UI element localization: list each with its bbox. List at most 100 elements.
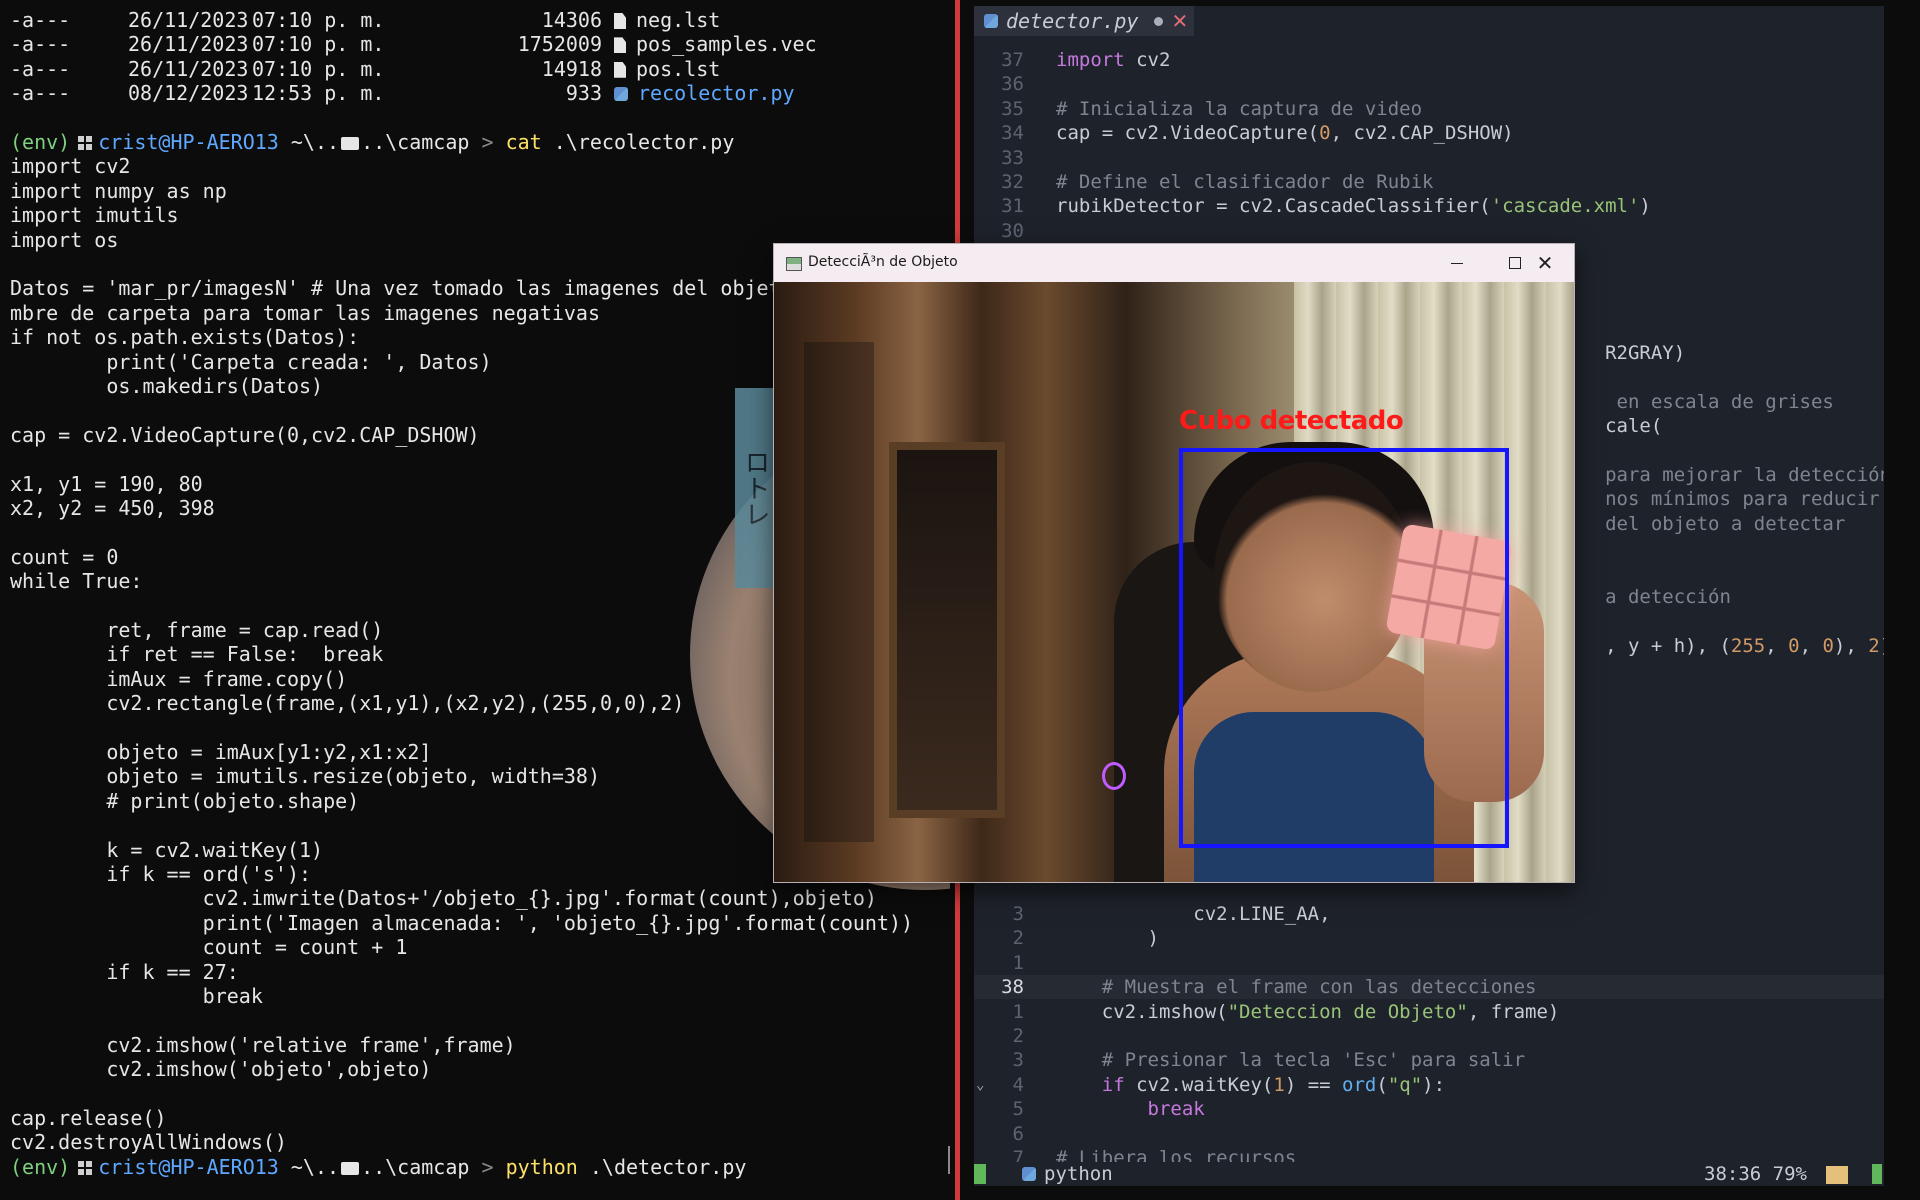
mode-indicator: [974, 1164, 986, 1184]
code-line[interactable]: 5 break: [974, 1097, 1884, 1121]
line-number: 6: [1012, 1122, 1024, 1145]
file-time: 07:10 p. m.: [252, 8, 385, 32]
code-text: # Presionar la tecla 'Esc' para salir: [1101, 1049, 1526, 1072]
file-mode: -a---: [10, 32, 71, 57]
terminal-output-line: import numpy as np: [10, 178, 227, 203]
terminal-output-line: imAux = frame.copy(): [10, 666, 348, 691]
line-number: 2: [1012, 1025, 1024, 1047]
code-line[interactable]: 33: [974, 146, 1884, 170]
windows-icon: [78, 136, 93, 150]
terminal-output-line: import cv2: [10, 154, 131, 179]
line-number: 32: [1001, 171, 1024, 193]
current-code-line[interactable]: 38 # Muestra el frame con las deteccione…: [974, 975, 1884, 1000]
line-number: 1: [1012, 1000, 1024, 1023]
file-mode: -a---: [10, 56, 71, 81]
code-line[interactable]: 1: [974, 951, 1884, 975]
code-text: cv2.LINE_AA,: [1056, 903, 1331, 925]
terminal-output-line: cv2.destroyAllWindows(): [10, 1130, 287, 1155]
code-text: # Muestra el frame con las detecciones: [1101, 976, 1537, 999]
terminal-output-line: if k == ord('s'):: [10, 862, 312, 886]
window-titlebar[interactable]: DetecciÃ³n de Objeto ✕: [774, 244, 1574, 282]
webcam-frame: Cubo detectado: [774, 282, 1574, 882]
code-line[interactable]: 31 rubikDetector = cv2.CascadeClassifier(…: [974, 194, 1884, 218]
file-size: 14306: [541, 8, 602, 32]
file-size: 933: [565, 81, 602, 106]
editor-tab-bar: detector.py ✕: [974, 6, 1884, 36]
code-text: rubikDetector = cv2.CascadeClassifier('c…: [1056, 195, 1651, 218]
prompt-user: crist@HP-AERO13: [98, 1154, 279, 1179]
code-line[interactable]: 37 import cv2: [974, 48, 1884, 72]
terminal-output-line: cap = cv2.VideoCapture(0,cv2.CAP_DSHOW): [10, 422, 480, 447]
line-number: 30: [1001, 219, 1024, 242]
terminal-prompt: (env) crist@HP-AERO13 ~\.. ..\camcap > pyt…: [10, 1155, 746, 1179]
code-line[interactable]: 30: [974, 219, 1884, 243]
file-mode: -a---: [10, 81, 71, 106]
doorway-image: [889, 442, 1005, 818]
python-icon: [1022, 1167, 1036, 1181]
code-line[interactable]: 34 cap = cv2.VideoCapture(0, cv2.CAP_DSHO…: [974, 121, 1884, 145]
code-line[interactable]: ⌄ 4 if cv2.waitKey(1) == ord("q"):: [974, 1073, 1884, 1097]
detection-label: Cubo detectado: [1179, 406, 1404, 436]
status-line: python 38:36 79%: [974, 1162, 1884, 1186]
prompt-path: ~\..: [278, 1154, 340, 1179]
code-text: import cv2: [1056, 49, 1171, 71]
windows-icon: [78, 1160, 93, 1175]
code-line[interactable]: 35 # Inicializa la captura de video: [974, 97, 1884, 121]
folder-icon: [341, 137, 360, 150]
python-file-icon: [614, 87, 628, 102]
code-text: cv2.imshow("Deteccion de Objeto", frame): [1056, 1000, 1560, 1023]
terminal-output-line: x2, y2 = 450, 398: [10, 496, 215, 520]
prompt-path: ~\..: [278, 130, 340, 154]
code-line[interactable]: 6: [974, 1122, 1884, 1146]
detection-bounding-box: [1179, 448, 1509, 848]
close-button[interactable]: ✕: [1516, 244, 1574, 282]
code-line[interactable]: 2 ): [974, 926, 1884, 950]
line-number: 38: [1001, 976, 1024, 999]
file-time: 12:53 p. m.: [252, 81, 385, 106]
code-line[interactable]: 3 cv2.LINE_AA,: [974, 902, 1884, 926]
ls-row: -a--- 08/12/2023 12:53 p. m. 933 recolector.…: [10, 81, 795, 105]
code-text: # Inicializa la captura de video: [1056, 97, 1423, 120]
tab-detector-py[interactable]: detector.py ✕: [974, 6, 1194, 36]
prompt-args: .\recolector.py: [541, 130, 735, 154]
prompt-command: python: [505, 1154, 578, 1179]
prompt-command: cat: [505, 130, 542, 154]
code-line[interactable]: 36: [974, 72, 1884, 96]
code-text: if cv2.waitKey(1) == ord("q"):: [1101, 1073, 1446, 1096]
terminal-output-line: ret, frame = cap.read(): [10, 618, 384, 642]
file-date: 08/12/2023: [128, 81, 249, 106]
file-name: pos_samples.vec: [636, 32, 817, 57]
japanese-text-banner: ロトレ: [735, 388, 775, 588]
code-line[interactable]: 32 # Define el clasificador de Rubik: [974, 170, 1884, 194]
tab-filename: detector.py: [1006, 9, 1139, 33]
file-time: 07:10 p. m.: [252, 32, 385, 57]
code-line[interactable]: 3 # Presionar la tecla 'Esc' para salir: [974, 1048, 1884, 1072]
opencv-detection-window[interactable]: DetecciÃ³n de Objeto ✕ Cubo detectado: [774, 244, 1574, 882]
terminal-output-line: print('Imagen almacenada: ', 'objeto_{}.…: [10, 910, 914, 935]
file-name: neg.lst: [636, 8, 721, 32]
cursor-position: 38:36 79%: [1704, 1163, 1807, 1185]
terminal-output-line: import imutils: [10, 203, 179, 228]
code-line[interactable]: 2: [974, 1024, 1884, 1048]
line-number: 37: [1001, 49, 1024, 71]
line-number: 34: [1001, 122, 1024, 145]
prompt-arrow: >: [481, 1154, 506, 1179]
file-date: 26/11/2023: [128, 8, 249, 32]
terminal-output-line: if ret == False: break: [10, 642, 384, 667]
ls-row: -a--- 26/11/2023 07:10 p. m. 14306 neg.lst: [10, 8, 720, 32]
file-name: recolector.py: [638, 81, 795, 106]
close-icon[interactable]: ✕: [1171, 9, 1188, 33]
code-line[interactable]: 1 cv2.imshow("Deteccion de Objeto", fram…: [974, 1000, 1884, 1024]
code-line[interactable]: 7 # Libera los recursos: [974, 1146, 1884, 1162]
terminal-output-line: Datos = 'mar_pr/imagesN' # Una vez tomad…: [10, 276, 781, 301]
terminal-output-line: k = cv2.waitKey(1): [10, 837, 324, 862]
bookshelf-image: [804, 342, 874, 842]
file-icon: [614, 61, 626, 78]
prompt-user: crist@HP-AERO13: [98, 130, 279, 154]
line-number: 35: [1001, 97, 1024, 120]
file-time: 07:10 p. m.: [252, 56, 385, 81]
line-number: 1: [1012, 951, 1024, 974]
line-number: 2: [1012, 927, 1024, 950]
minimize-button[interactable]: [1428, 244, 1486, 282]
ls-row: -a--- 26/11/2023 07:10 p. m. 1752009 pos_sam…: [10, 32, 817, 56]
